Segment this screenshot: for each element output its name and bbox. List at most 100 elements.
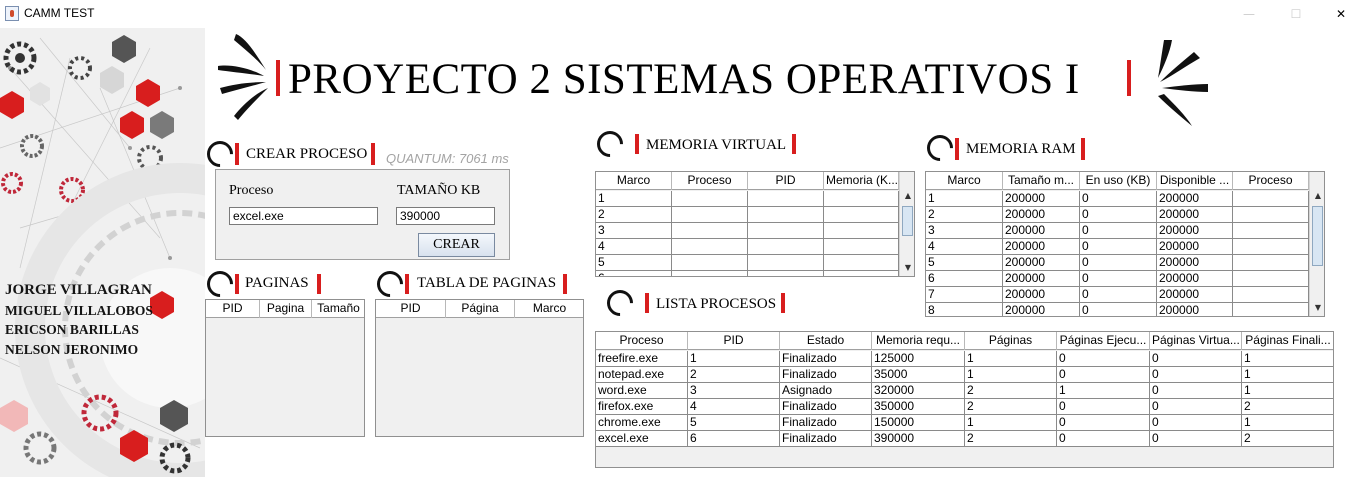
column-header[interactable]: Páginas Virtua... <box>1150 332 1242 350</box>
minimize-button[interactable]: — <box>1226 0 1272 28</box>
table-row[interactable]: 1 <box>596 191 899 207</box>
column-header[interactable]: Marco <box>596 172 672 190</box>
scroll-thumb[interactable] <box>902 206 913 236</box>
close-button[interactable]: ✕ <box>1318 0 1364 28</box>
table-row[interactable]: notepad.exe 2 Finalizado 35000 1 0 0 1 <box>596 367 1333 383</box>
column-header[interactable]: PID <box>688 332 780 350</box>
table-cell: 1 <box>965 351 1057 367</box>
table-cell: 2 <box>688 367 780 383</box>
column-header[interactable]: Páginas Finali... <box>1242 332 1333 350</box>
table-row[interactable]: 7 200000 0 200000 <box>926 287 1309 303</box>
table-cell <box>1233 287 1309 303</box>
table-row[interactable]: firefox.exe 4 Finalizado 350000 2 0 0 2 <box>596 399 1333 415</box>
table-header: Marco Proceso PID Memoria (K... <box>596 172 899 190</box>
table-row[interactable]: 4 200000 0 200000 <box>926 239 1309 255</box>
table-cell <box>672 255 748 271</box>
table-row[interactable]: 1 200000 0 200000 <box>926 191 1309 207</box>
table-cell: 2 <box>926 207 1003 223</box>
table-row[interactable]: 6 200000 0 200000 <box>926 271 1309 287</box>
scroll-up-arrow-icon[interactable]: ▲ <box>1310 188 1324 204</box>
column-header[interactable]: Proceso <box>672 172 748 190</box>
table-row[interactable]: 8 200000 0 200000 <box>926 303 1309 316</box>
table-row[interactable]: 2 <box>596 207 899 223</box>
tabla-paginas-table[interactable]: PID Página Marco <box>375 299 584 437</box>
section-red-bar <box>635 134 639 154</box>
paginas-table[interactable]: PID Pagina Tamaño <box>205 299 365 437</box>
column-header[interactable]: En uso (KB) <box>1080 172 1157 190</box>
memoria-ram-table[interactable]: Marco Tamaño m... En uso (KB) Disponible… <box>925 171 1325 317</box>
column-header[interactable]: Estado <box>780 332 872 350</box>
column-header[interactable]: Pagina <box>260 300 312 318</box>
column-header[interactable]: Memoria (K... <box>824 172 899 190</box>
table-cell <box>748 239 824 255</box>
table-row[interactable]: 5 <box>596 255 899 271</box>
table-cell <box>824 191 899 207</box>
proceso-input[interactable]: excel.exe <box>229 207 378 225</box>
table-row[interactable]: 2 200000 0 200000 <box>926 207 1309 223</box>
memoria-virtual-table[interactable]: Marco Proceso PID Memoria (K... 1 2 3 4 <box>595 171 915 277</box>
page-title: PROYECTO 2 SISTEMAS OPERATIVOS I <box>288 56 1080 103</box>
section-red-bar <box>317 274 321 294</box>
table-cell <box>748 271 824 276</box>
tamano-input[interactable]: 390000 <box>396 207 495 225</box>
java-app-icon <box>5 6 19 21</box>
table-row[interactable]: 3 <box>596 223 899 239</box>
column-header[interactable]: Tamaño m... <box>1003 172 1080 190</box>
column-header[interactable]: PID <box>748 172 824 190</box>
column-header[interactable]: Marco <box>515 300 583 318</box>
vertical-scrollbar[interactable]: ▲ ▼ <box>1309 172 1324 316</box>
section-red-bar <box>645 293 649 313</box>
column-header[interactable]: PID <box>376 300 446 318</box>
maximize-button[interactable]: ☐ <box>1273 0 1319 28</box>
authors-list: JORGE VILLAGRAN MIGUEL VILLALOBOS ERICSO… <box>5 281 153 359</box>
table-cell: 4 <box>688 399 780 415</box>
side-banner: JORGE VILLAGRAN MIGUEL VILLALOBOS ERICSO… <box>0 28 205 477</box>
column-header[interactable]: Página <box>446 300 515 318</box>
column-header[interactable]: Proceso <box>596 332 688 350</box>
table-cell: 1 <box>1242 415 1333 431</box>
table-cell: 2 <box>965 383 1057 399</box>
column-header[interactable]: Proceso <box>1233 172 1309 190</box>
lista-procesos-table[interactable]: Proceso PID Estado Memoria requ... Págin… <box>595 331 1334 468</box>
column-header[interactable]: Disponible ... <box>1157 172 1233 190</box>
table-cell: 5 <box>926 255 1003 271</box>
table-cell: 6 <box>596 271 672 276</box>
table-header: Marco Tamaño m... En uso (KB) Disponible… <box>926 172 1309 190</box>
table-row[interactable]: 6 <box>596 271 899 276</box>
table-row[interactable]: 4 <box>596 239 899 255</box>
table-row[interactable]: excel.exe 6 Finalizado 390000 2 0 0 2 <box>596 431 1333 447</box>
table-cell: 1 <box>1057 383 1150 399</box>
crear-proceso-title: CREAR PROCESO <box>246 146 368 162</box>
table-row[interactable]: freefire.exe 1 Finalizado 125000 1 0 0 1 <box>596 351 1333 367</box>
table-cell: 2 <box>1242 399 1333 415</box>
scroll-up-arrow-icon[interactable]: ▲ <box>900 188 914 204</box>
table-row[interactable]: chrome.exe 5 Finalizado 150000 1 0 0 1 <box>596 415 1333 431</box>
table-cell: 0 <box>1057 399 1150 415</box>
table-cell: 0 <box>1080 287 1157 303</box>
table-cell <box>824 223 899 239</box>
column-header[interactable]: Páginas <box>965 332 1057 350</box>
table-header: Proceso PID Estado Memoria requ... Págin… <box>596 332 1333 350</box>
table-row[interactable]: 3 200000 0 200000 <box>926 223 1309 239</box>
scroll-down-arrow-icon[interactable]: ▼ <box>900 260 914 276</box>
table-cell: notepad.exe <box>596 367 688 383</box>
section-red-bar <box>371 143 375 165</box>
table-row[interactable]: word.exe 3 Asignado 320000 2 1 0 1 <box>596 383 1333 399</box>
column-header[interactable]: Páginas Ejecu... <box>1057 332 1150 350</box>
table-cell: 0 <box>1080 191 1157 207</box>
column-header[interactable]: Tamaño <box>312 300 364 318</box>
table-cell <box>824 255 899 271</box>
scroll-down-arrow-icon[interactable]: ▼ <box>1310 300 1324 316</box>
memoria-ram-title: MEMORIA RAM <box>966 141 1076 157</box>
author-name: MIGUEL VILLALOBOS <box>5 302 153 318</box>
section-red-bar <box>955 138 959 160</box>
column-header[interactable]: Memoria requ... <box>872 332 965 350</box>
crear-button[interactable]: CREAR <box>418 233 495 257</box>
scroll-thumb[interactable] <box>1312 206 1323 266</box>
table-row[interactable]: 5 200000 0 200000 <box>926 255 1309 271</box>
column-header[interactable]: Marco <box>926 172 1003 190</box>
table-header: PID Página Marco <box>376 300 583 318</box>
table-body: freefire.exe 1 Finalizado 125000 1 0 0 1… <box>596 351 1333 447</box>
column-header[interactable]: PID <box>206 300 260 318</box>
vertical-scrollbar[interactable]: ▲ ▼ <box>899 172 914 276</box>
